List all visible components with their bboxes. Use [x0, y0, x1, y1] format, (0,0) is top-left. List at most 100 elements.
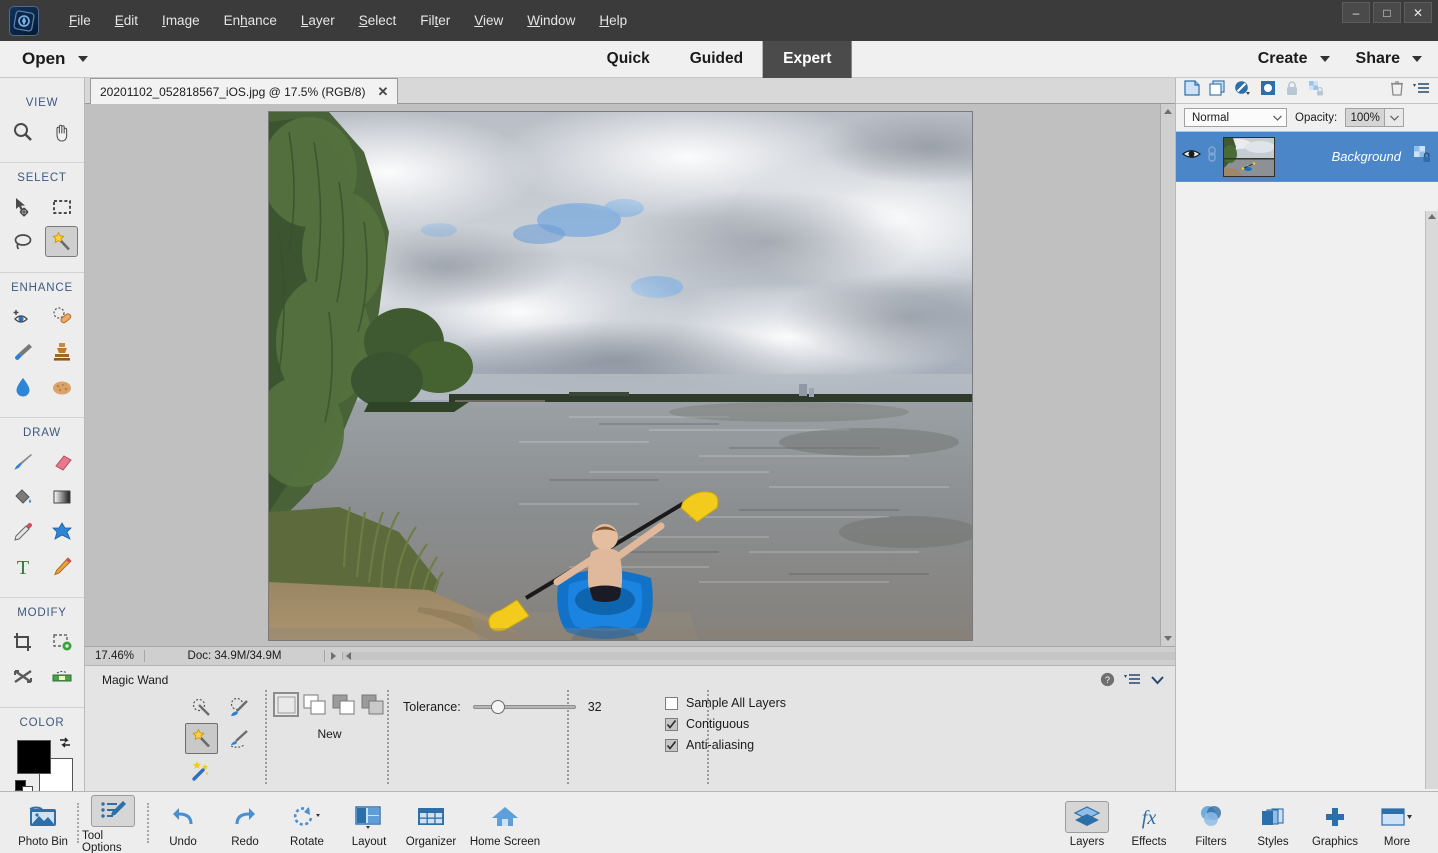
help-circle-icon[interactable]: ?	[1100, 672, 1115, 692]
close-button[interactable]: ✕	[1404, 2, 1432, 23]
opacity-dropdown-icon[interactable]	[1385, 108, 1405, 127]
menu-edit[interactable]: Edit	[103, 9, 150, 32]
move-tool[interactable]	[6, 191, 39, 222]
panel-menu-icon[interactable]	[1413, 82, 1430, 100]
layers-panel-scrollbar[interactable]	[1425, 211, 1438, 789]
tab-quick[interactable]: Quick	[587, 41, 670, 78]
maximize-button[interactable]: □	[1373, 2, 1401, 23]
sponge-tool[interactable]	[45, 371, 78, 402]
tab-guided[interactable]: Guided	[670, 41, 763, 78]
layer-row-background[interactable]: Background	[1176, 132, 1438, 182]
straighten-tool[interactable]	[45, 661, 78, 692]
pencil-tool[interactable]	[45, 551, 78, 582]
new-selection-button[interactable]	[273, 692, 299, 717]
tab-expert[interactable]: Expert	[763, 40, 852, 78]
scroll-down-arrow-icon[interactable]	[1161, 631, 1175, 646]
layers-panel-button[interactable]: Layers	[1056, 797, 1118, 848]
photo-bin-button[interactable]: Photo Bin	[12, 797, 74, 848]
panel-menu-icon[interactable]	[1124, 673, 1141, 691]
spot-healing-brush-tool[interactable]	[45, 301, 78, 332]
checkbox-box[interactable]	[665, 738, 678, 752]
document-tab[interactable]: 20201102_052818567_iOS.jpg @ 17.5% (RGB/…	[90, 78, 399, 104]
selection-brush-tool[interactable]	[222, 692, 255, 723]
chevron-down-icon[interactable]	[1319, 56, 1330, 62]
layer-name[interactable]: Background	[1281, 149, 1407, 164]
quick-selection-tool[interactable]	[185, 692, 218, 723]
add-to-selection-button[interactable]	[302, 692, 328, 717]
share-button[interactable]: Share	[1356, 50, 1422, 68]
chevron-right-icon[interactable]	[325, 652, 343, 660]
gradient-tool[interactable]	[45, 481, 78, 512]
menu-select[interactable]: Select	[347, 9, 409, 32]
checkbox-sample-all-layers[interactable]: Sample All Layers	[665, 696, 786, 710]
custom-shape-tool[interactable]	[45, 516, 78, 547]
canvas-area[interactable]	[85, 104, 1175, 646]
blend-mode-select[interactable]: Normal	[1184, 108, 1287, 127]
duplicate-layer-icon[interactable]	[1209, 80, 1225, 101]
tool-options-button[interactable]: Tool Options	[82, 791, 144, 853]
menu-enhance[interactable]: Enhance	[212, 9, 289, 32]
magic-wand-tool-variant[interactable]	[185, 723, 218, 754]
organizer-button[interactable]: Organizer	[400, 797, 462, 848]
canvas-horizontal-scrollbar[interactable]	[343, 652, 1175, 660]
layer-mask-icon[interactable]	[1260, 80, 1276, 101]
open-button[interactable]: Open	[22, 49, 89, 69]
checkbox-anti-aliasing[interactable]: Anti-aliasing	[665, 738, 786, 752]
eye-icon[interactable]	[1182, 147, 1201, 166]
magic-wand-tool[interactable]	[45, 226, 78, 257]
chevron-down-icon[interactable]	[1412, 56, 1422, 62]
color-picker-tool[interactable]	[6, 516, 39, 547]
chevron-down-icon[interactable]	[1150, 673, 1165, 691]
layout-button[interactable]: Layout	[338, 797, 400, 848]
styles-button[interactable]: Styles	[1242, 797, 1304, 848]
hand-tool[interactable]	[45, 116, 78, 147]
menu-layer[interactable]: Layer	[289, 9, 347, 32]
zoom-level[interactable]: 17.46%	[85, 650, 145, 662]
menu-filter[interactable]: Filter	[408, 9, 462, 32]
foreground-color-swatch[interactable]	[16, 740, 51, 774]
close-icon[interactable]: ✕	[377, 84, 388, 100]
lasso-tool[interactable]	[6, 226, 39, 257]
refine-selection-brush-tool[interactable]	[222, 723, 255, 754]
canvas-vertical-scrollbar[interactable]	[1160, 104, 1175, 646]
tolerance-slider[interactable]	[472, 700, 576, 714]
checkbox-box[interactable]	[665, 717, 678, 731]
opacity-value[interactable]: 100%	[1345, 108, 1386, 127]
auto-selection-tool[interactable]	[185, 754, 218, 785]
type-tool[interactable]: T	[6, 551, 39, 582]
blur-tool[interactable]	[6, 371, 39, 402]
lock-transparency-icon[interactable]	[1308, 80, 1325, 101]
subtract-from-selection-button[interactable]	[331, 692, 357, 717]
intersect-with-selection-button[interactable]	[360, 692, 386, 717]
redo-button[interactable]: Redo	[214, 797, 276, 848]
content-aware-move-tool[interactable]	[45, 626, 78, 657]
minimize-button[interactable]: –	[1342, 2, 1370, 23]
rotate-button[interactable]: Rotate	[276, 797, 338, 848]
recompose-tool[interactable]	[6, 661, 39, 692]
smart-brush-tool[interactable]	[6, 336, 39, 367]
chevron-down-icon[interactable]	[1273, 112, 1282, 124]
menu-view[interactable]: View	[462, 9, 515, 32]
graphics-button[interactable]: Graphics	[1304, 797, 1366, 848]
checkbox-contiguous[interactable]: Contiguous	[665, 717, 786, 731]
more-button[interactable]: More	[1366, 797, 1428, 848]
menu-help[interactable]: Help	[587, 9, 639, 32]
layer-thumbnail[interactable]	[1223, 136, 1275, 177]
adjustment-layer-icon[interactable]	[1234, 80, 1251, 101]
home-screen-button[interactable]: Home Screen	[462, 797, 548, 848]
create-button[interactable]: Create	[1258, 50, 1330, 68]
new-layer-icon[interactable]	[1184, 80, 1200, 101]
effects-button[interactable]: fx Effects	[1118, 797, 1180, 848]
delete-layer-icon[interactable]	[1390, 80, 1404, 101]
clone-stamp-tool[interactable]	[45, 336, 78, 367]
rectangular-marquee-tool[interactable]	[45, 191, 78, 222]
scroll-up-arrow-icon[interactable]	[1161, 104, 1175, 119]
link-icon[interactable]	[1207, 145, 1217, 168]
swap-arrows-icon[interactable]	[58, 736, 72, 755]
red-eye-removal-tool[interactable]	[6, 301, 39, 332]
slider-knob[interactable]	[491, 700, 506, 714]
undo-button[interactable]: Undo	[152, 797, 214, 848]
paint-bucket-tool[interactable]	[6, 481, 39, 512]
chevron-down-icon[interactable]	[78, 56, 89, 62]
layer-lock-icon[interactable]	[1413, 145, 1432, 168]
